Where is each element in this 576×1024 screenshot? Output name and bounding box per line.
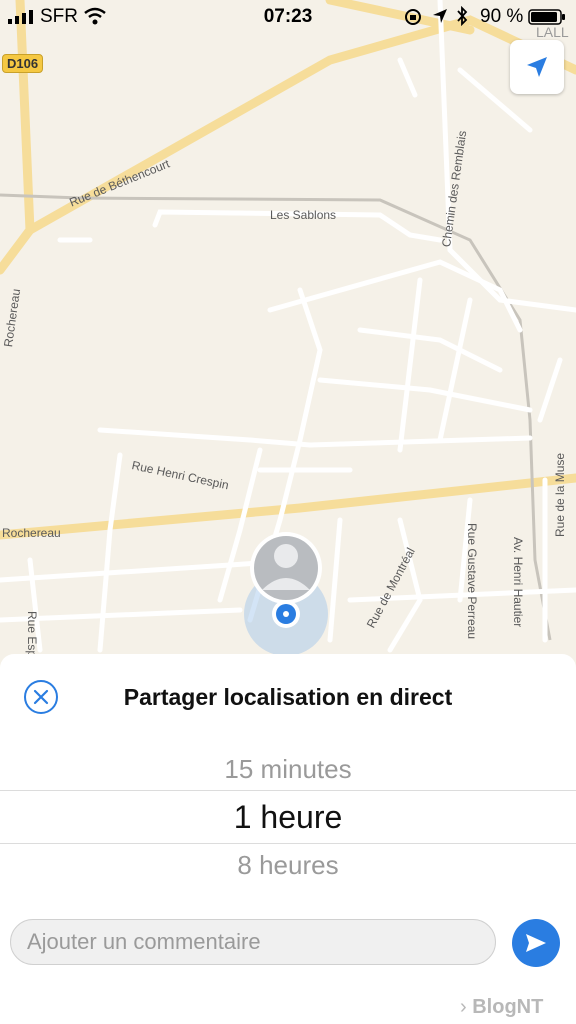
watermark: › BlogNT [460,996,543,1019]
street-label-esp: Rue Esp [25,611,39,658]
watermark-text: BlogNT [472,996,544,1018]
road-badge: D106 [2,54,44,73]
picker-option-8h[interactable]: 8 heures [0,850,576,881]
send-icon [526,934,546,952]
street-label-muse: Rue de la Muse [553,452,567,537]
orientation-lock-icon [405,9,421,25]
locate-me-button[interactable] [510,40,564,94]
location-arrow-icon [433,9,447,23]
comment-input[interactable] [10,919,496,965]
send-button[interactable] [512,919,560,967]
street-label-hautier: Av. Henri Hautier [511,537,525,628]
status-bar: SFR 07:23 90 % [0,0,576,34]
bluetooth-icon [457,6,468,26]
navigation-arrow-icon [527,57,547,77]
street-label-gustave: Rue Gustave Perreau [465,523,479,640]
battery-icon [528,9,565,25]
picker-option-15min[interactable]: 15 minutes [0,754,576,785]
picker-option-selected[interactable]: 1 heure [0,790,576,844]
chevron-right-icon: › [460,996,467,1018]
battery-percent: 90 % [480,6,524,27]
street-label-sablons: Les Sablons [270,208,337,222]
street-label-rochereau-bottom: Rochereau [2,526,61,540]
share-location-sheet: Partager localisation en direct 15 minut… [0,654,576,1024]
map-view[interactable] [0,0,576,700]
sheet-title: Partager localisation en direct [123,684,453,710]
